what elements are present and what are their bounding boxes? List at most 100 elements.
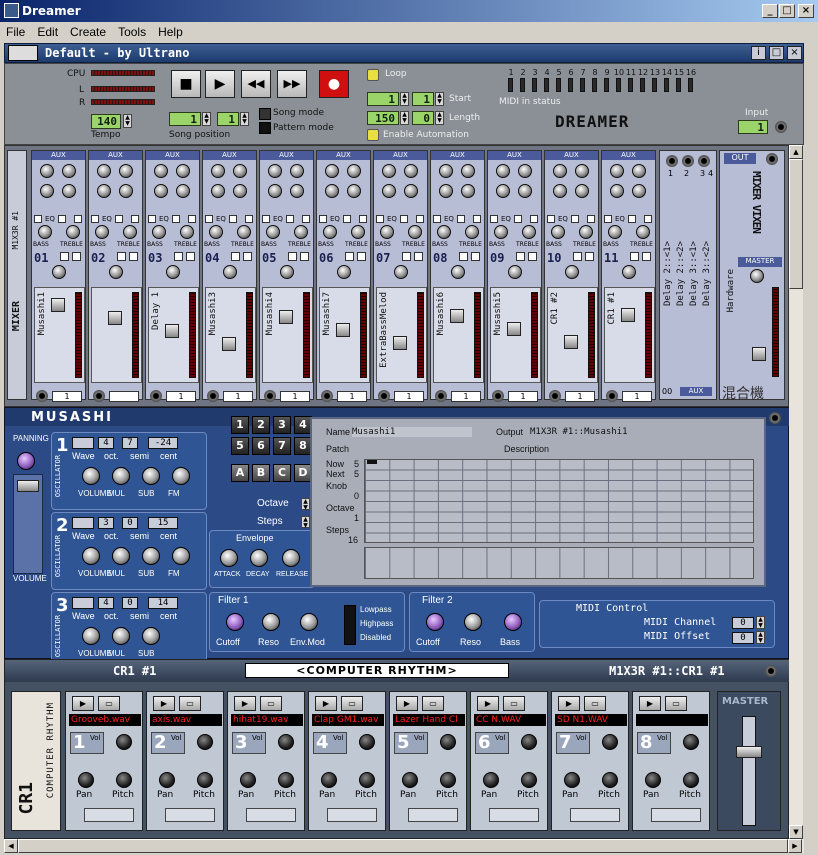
pad-load-button[interactable]: ▭ — [665, 696, 687, 711]
eq-toggle[interactable] — [34, 215, 42, 223]
channel-output-number[interactable]: 1 — [223, 391, 253, 402]
pattern-key-3[interactable]: 3 — [273, 416, 291, 434]
octave-spinner[interactable]: ▲ ▼ — [301, 498, 310, 511]
aux-send-knob[interactable] — [439, 184, 453, 198]
volume-fader[interactable] — [17, 480, 39, 492]
horizontal-scrollbar[interactable]: ◀ ▶ — [4, 839, 804, 853]
channel-output-number[interactable]: 1 — [394, 391, 424, 402]
mute-button[interactable] — [231, 252, 240, 261]
eq-box[interactable] — [131, 215, 139, 223]
aux-send-knob[interactable] — [62, 184, 76, 198]
midi-offset-spinner[interactable]: ▲ ▼ — [756, 631, 765, 644]
oct-value[interactable]: 4 — [98, 437, 114, 449]
bass-knob[interactable] — [152, 225, 166, 239]
aux-send-knob[interactable] — [575, 164, 589, 178]
eq-box[interactable] — [172, 215, 180, 223]
attack-knob[interactable] — [220, 549, 238, 567]
filter2-cutoff-knob[interactable] — [426, 613, 444, 631]
eq-toggle[interactable] — [604, 215, 612, 223]
oct-value[interactable]: 4 — [98, 597, 114, 609]
pad-midi-note[interactable] — [570, 808, 620, 822]
loop-start-bar[interactable]: 1 — [367, 92, 399, 106]
pan-knob[interactable] — [451, 265, 465, 279]
pattern-key-5[interactable]: 5 — [231, 437, 249, 455]
steps-spinner[interactable]: ▲ ▼ — [301, 516, 310, 529]
pattern-step-grid[interactable] — [364, 459, 754, 543]
eq-box[interactable] — [457, 215, 465, 223]
bass-knob[interactable] — [380, 225, 394, 239]
pad-midi-note[interactable] — [408, 808, 458, 822]
aux-send-knob[interactable] — [325, 164, 339, 178]
aux-send-knob[interactable] — [404, 184, 418, 198]
eq-box[interactable] — [628, 215, 636, 223]
cent-value[interactable]: -24 — [148, 437, 178, 449]
doc-info-button[interactable]: i — [751, 46, 766, 60]
channel-output-jack-icon[interactable] — [93, 390, 105, 402]
play-button[interactable]: ▶ — [205, 70, 235, 98]
mute-button[interactable] — [345, 252, 354, 261]
treble-knob[interactable] — [522, 225, 536, 239]
treble-knob[interactable] — [579, 225, 593, 239]
pan-knob[interactable] — [280, 265, 294, 279]
pad-pan-knob[interactable] — [564, 772, 580, 788]
pad-pitch-knob[interactable] — [197, 772, 213, 788]
aux-send-knob[interactable] — [119, 184, 133, 198]
aux-send-knob[interactable] — [97, 184, 111, 198]
aux-send-knob[interactable] — [382, 184, 396, 198]
pad-load-button[interactable]: ▭ — [584, 696, 606, 711]
eq-toggle[interactable] — [148, 215, 156, 223]
solo-button[interactable] — [585, 252, 594, 261]
mute-button[interactable] — [402, 252, 411, 261]
aux-send-knob[interactable] — [461, 184, 475, 198]
channel-fader[interactable] — [507, 322, 521, 336]
solo-button[interactable] — [186, 252, 195, 261]
doc-restore-button[interactable]: □ — [769, 46, 784, 60]
bass-knob[interactable] — [209, 225, 223, 239]
pad-load-button[interactable]: ▭ — [341, 696, 363, 711]
channel-output-number[interactable]: 1 — [508, 391, 538, 402]
aux-send-knob[interactable] — [496, 164, 510, 178]
pad-load-button[interactable]: ▭ — [503, 696, 525, 711]
pad-pitch-knob[interactable] — [602, 772, 618, 788]
eq-box[interactable] — [245, 215, 253, 223]
pan-knob[interactable] — [622, 265, 636, 279]
pad-pan-knob[interactable] — [240, 772, 256, 788]
vertical-scroll-thumb[interactable] — [789, 159, 803, 289]
pad-vol-knob[interactable] — [521, 734, 537, 750]
solo-button[interactable] — [72, 252, 81, 261]
aux-send-knob[interactable] — [62, 164, 76, 178]
aux-send-knob[interactable] — [154, 164, 168, 178]
pad-play-button[interactable]: ▶ — [396, 696, 418, 711]
pad-load-button[interactable]: ▭ — [98, 696, 120, 711]
pad-vol-knob[interactable] — [602, 734, 618, 750]
pad-midi-note[interactable] — [246, 808, 296, 822]
maximize-button[interactable]: □ — [779, 4, 795, 18]
bass-knob[interactable] — [551, 225, 565, 239]
master-pan-knob[interactable] — [750, 269, 764, 283]
mute-button[interactable] — [630, 252, 639, 261]
pad-pan-knob[interactable] — [402, 772, 418, 788]
menu-create[interactable]: Create — [64, 22, 112, 39]
aux-send-knob[interactable] — [40, 164, 54, 178]
eq-box[interactable] — [74, 215, 82, 223]
menu-tools[interactable]: Tools — [112, 22, 152, 39]
pan-knob[interactable] — [166, 265, 180, 279]
pattern-key-6[interactable]: 6 — [252, 437, 270, 455]
pattern-name-value[interactable]: Musashi1 — [352, 427, 472, 437]
channel-output-jack-icon[interactable] — [264, 390, 276, 402]
pad-pitch-knob[interactable] — [359, 772, 375, 788]
channel-output-number[interactable]: 1 — [166, 391, 196, 402]
loop-length-bar-spinner[interactable]: ▲ ▼ — [400, 111, 409, 125]
pan-knob[interactable] — [109, 265, 123, 279]
aux-send-knob[interactable] — [553, 184, 567, 198]
pad-vol-knob[interactable] — [278, 734, 294, 750]
mute-button[interactable] — [117, 252, 126, 261]
bass-knob[interactable] — [494, 225, 508, 239]
pan-knob[interactable] — [52, 265, 66, 279]
aux-send-knob[interactable] — [610, 164, 624, 178]
eq-box[interactable] — [359, 215, 367, 223]
channel-fader[interactable] — [279, 310, 293, 324]
treble-knob[interactable] — [465, 225, 479, 239]
aux-send-knob[interactable] — [575, 184, 589, 198]
close-button[interactable]: × — [798, 4, 814, 18]
